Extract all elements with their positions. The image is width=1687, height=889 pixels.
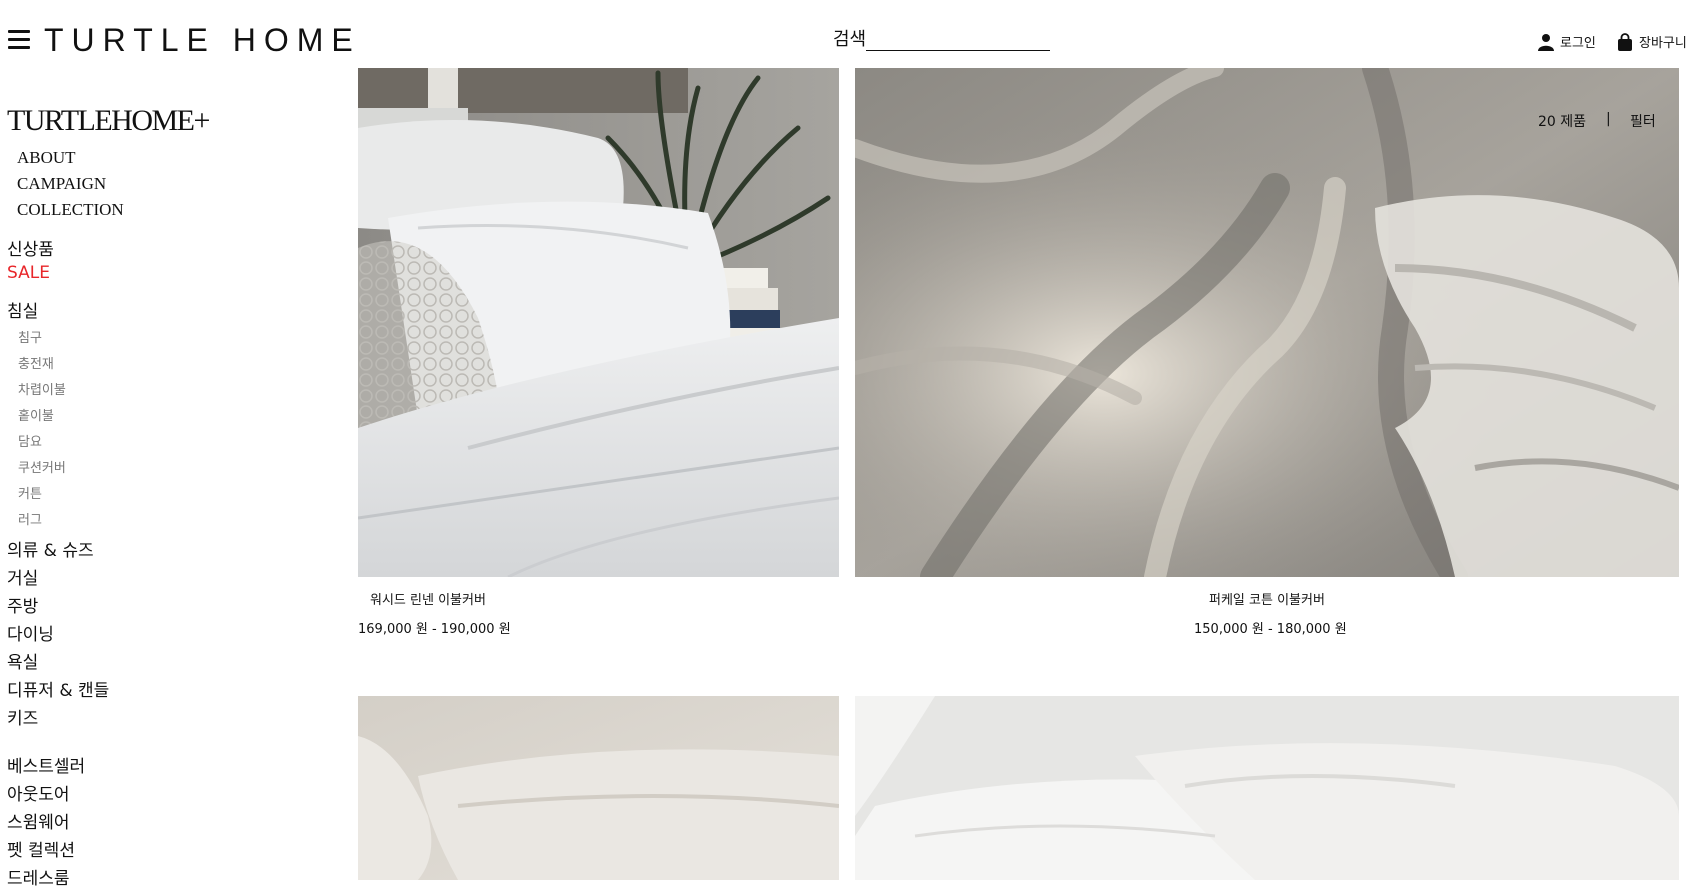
nav-kitchen[interactable]: 주방 <box>7 592 38 617</box>
nav-bestseller[interactable]: 베스트셀러 <box>7 752 85 777</box>
nav-sub-curtain[interactable]: 커튼 <box>18 483 42 502</box>
nav-pet-collection[interactable]: 펫 컬렉션 <box>7 836 75 861</box>
nav-sub-comforter[interactable]: 차렵이불 <box>18 379 66 398</box>
shopping-bag-icon <box>1618 32 1632 51</box>
nav-sub-filling[interactable]: 충전재 <box>18 353 54 372</box>
user-icon <box>1538 33 1554 51</box>
nav-collection[interactable]: COLLECTION <box>17 197 124 223</box>
nav-sale[interactable]: SALE <box>7 262 54 285</box>
nav-sub-bedding[interactable]: 침구 <box>18 327 42 346</box>
nav-sub-cushion-cover[interactable]: 쿠션커버 <box>18 457 66 476</box>
search-bar: 검색 <box>833 28 1051 51</box>
cart-label: 장바구니 <box>1639 36 1687 51</box>
nav-sub-rug[interactable]: 러그 <box>18 509 42 528</box>
nav-apparel-shoes[interactable]: 의류 & 슈즈 <box>7 536 94 561</box>
product-image-row2-right[interactable] <box>855 696 1679 880</box>
menu-hamburger-icon[interactable] <box>8 30 30 50</box>
nav-about[interactable]: ABOUT <box>17 145 124 171</box>
product-image-percale-cotton[interactable] <box>855 68 1679 577</box>
nav-kids[interactable]: 키즈 <box>7 704 38 729</box>
product-count: 20 제품 <box>1538 114 1587 130</box>
nav-swimwear[interactable]: 스윔웨어 <box>7 808 70 833</box>
nav-dining[interactable]: 다이닝 <box>7 620 54 645</box>
nav-living-room[interactable]: 거실 <box>7 564 38 589</box>
product-photo-pillow-right <box>855 696 1679 880</box>
product-photo-pillow-left <box>358 696 839 880</box>
login-label: 로그인 <box>1560 36 1596 51</box>
site-logo[interactable]: TURTLE HOME <box>44 22 361 59</box>
product-photo-percale-cotton <box>855 68 1679 577</box>
nav-sub-summer-blanket[interactable]: 홑이불 <box>18 405 54 424</box>
product-name[interactable]: 퍼케일 코튼 이불커버 <box>1209 589 1325 608</box>
brand-nav: ABOUT CAMPAIGN COLLECTION <box>17 145 124 223</box>
product-image-row2-left[interactable] <box>358 696 839 880</box>
product-price: 169,000 원 - 190,000 원 <box>358 622 511 637</box>
nav-bathroom[interactable]: 욕실 <box>7 648 38 673</box>
brand-plus-title[interactable]: TURTLEHOME+ <box>7 104 210 138</box>
nav-diffuser-candle[interactable]: 디퓨저 & 캔들 <box>7 676 109 701</box>
nav-outdoor[interactable]: 아웃도어 <box>7 780 70 805</box>
product-price: 150,000 원 - 180,000 원 <box>1194 622 1347 637</box>
login-link[interactable]: 로그인 <box>1538 32 1596 51</box>
nav-dressroom[interactable]: 드레스룸 <box>7 864 70 889</box>
nav-new-arrivals[interactable]: 신상품 <box>7 239 54 262</box>
product-image-washed-linen[interactable] <box>358 68 839 577</box>
toolbar-separator: | <box>1606 111 1611 127</box>
search-input[interactable] <box>866 28 1051 51</box>
highlight-nav: 신상품 SALE <box>7 239 54 285</box>
filter-button[interactable]: 필터 <box>1630 111 1656 131</box>
product-name[interactable]: 워시드 린넨 이불커버 <box>370 589 486 608</box>
search-label: 검색 <box>833 29 867 50</box>
product-photo-washed-linen <box>358 68 839 577</box>
nav-sub-blanket[interactable]: 담요 <box>18 431 42 450</box>
nav-campaign[interactable]: CAMPAIGN <box>17 171 124 197</box>
nav-bedroom[interactable]: 침실 <box>7 297 38 322</box>
cart-link[interactable]: 장바구니 <box>1617 32 1687 51</box>
